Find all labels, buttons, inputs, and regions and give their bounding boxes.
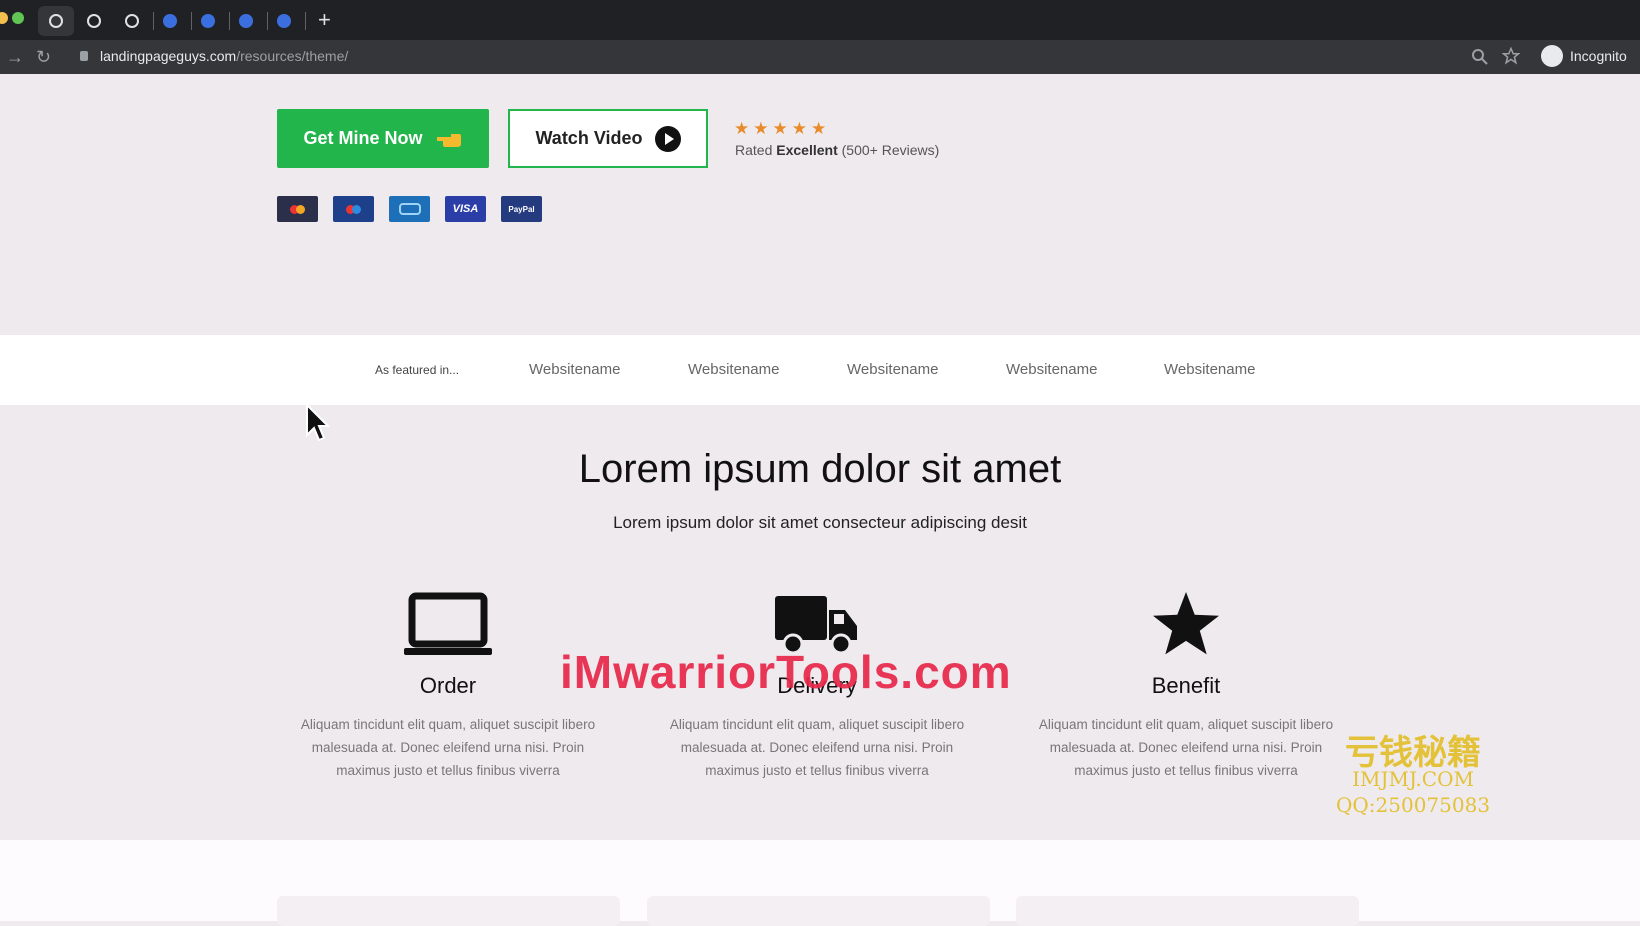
- payment-cards: VISA PayPal: [277, 196, 542, 222]
- lock-icon[interactable]: [80, 51, 88, 61]
- new-tab-icon[interactable]: +: [318, 8, 331, 32]
- forward-icon[interactable]: →: [6, 46, 24, 68]
- bookmark-star-icon[interactable]: [1502, 47, 1520, 65]
- watch-video-label: Watch Video: [535, 128, 643, 148]
- globe-icon: [125, 14, 139, 28]
- featured-bar: As featured in... Websitename Websitenam…: [0, 335, 1640, 405]
- bottom-card: [647, 896, 990, 926]
- rating-text: Rated Excellent (500+ Reviews): [735, 142, 939, 158]
- tab-2[interactable]: [76, 6, 112, 36]
- incognito-icon[interactable]: [1541, 45, 1563, 67]
- maestro-icon: [333, 196, 374, 222]
- window-zoom-dot[interactable]: [12, 12, 24, 24]
- globe-icon: [87, 14, 101, 28]
- star-icon: [1153, 592, 1219, 655]
- site-favicon-icon: [239, 14, 253, 28]
- feature-title: Benefit: [1151, 673, 1221, 698]
- url-field[interactable]: landingpageguys.com/resources/theme/: [100, 48, 348, 64]
- tab-7[interactable]: [266, 6, 302, 36]
- featured-site: Websitename: [1164, 361, 1256, 378]
- rated-prefix: Rated: [735, 142, 773, 158]
- featured-site: Websitename: [529, 361, 621, 378]
- rated-suffix: (500+ Reviews): [841, 142, 940, 158]
- get-mine-now-label: Get Mine Now: [303, 128, 423, 148]
- feature-text: Aliquam tincidunt elit quam, aliquet sus…: [300, 717, 596, 778]
- window-minimize-dot[interactable]: [0, 12, 8, 24]
- address-bar: → ↻ landingpageguys.com/resources/theme/…: [0, 40, 1640, 74]
- tab-5[interactable]: [190, 6, 226, 36]
- browser-tab-bar: +: [0, 0, 1640, 40]
- featured-site: Websitename: [688, 361, 780, 378]
- site-favicon-icon: [277, 14, 291, 28]
- get-mine-now-button[interactable]: Get Mine Now: [277, 109, 489, 168]
- featured-site: Websitename: [847, 361, 939, 378]
- mastercard-icon: [277, 196, 318, 222]
- tab-active[interactable]: [38, 6, 74, 36]
- cirrus-icon: [389, 196, 430, 222]
- pointing-hand-icon: [436, 133, 461, 147]
- feature-text: Aliquam tincidunt elit quam, aliquet sus…: [669, 717, 965, 778]
- site-favicon-icon: [163, 14, 177, 28]
- feature-benefit: Benefit Aliquam tincidunt elit quam, ali…: [1021, 585, 1351, 782]
- mouse-cursor-icon: [306, 403, 331, 442]
- visa-icon: VISA: [445, 196, 486, 222]
- featured-label: As featured in...: [375, 363, 460, 377]
- features-subheading: Lorem ipsum dolor sit amet consecteur ad…: [613, 513, 1027, 532]
- hero-section: Get Mine Now Watch Video ★★★★★ Rated Exc…: [0, 74, 1640, 335]
- tab-6[interactable]: [228, 6, 264, 36]
- incognito-label[interactable]: Incognito: [1570, 48, 1627, 64]
- rating-stars: ★★★★★: [734, 119, 831, 138]
- feature-text: Aliquam tincidunt elit quam, aliquet sus…: [1038, 717, 1334, 778]
- next-section: [0, 840, 1640, 926]
- tab-separator: [305, 12, 306, 30]
- url-path: /resources/theme/: [236, 48, 349, 64]
- features-heading: Lorem ipsum dolor sit amet: [578, 447, 1062, 491]
- rated-word: Excellent: [776, 142, 838, 158]
- watermark-cn-qq: QQ:250075083: [1336, 793, 1491, 817]
- laptop-icon: [404, 592, 492, 655]
- zoom-icon[interactable]: [1471, 48, 1489, 66]
- bottom-card: [277, 896, 620, 926]
- reload-icon[interactable]: ↻: [36, 46, 51, 68]
- watch-video-button[interactable]: Watch Video: [508, 109, 708, 168]
- watermark-imwarriortools: iMwarriorTools.com: [560, 646, 1012, 698]
- watermark-imjmj: 亏钱秘籍 IMJMJ.COM QQ:250075083: [1336, 733, 1491, 818]
- watermark-cn-title: 亏钱秘籍: [1345, 733, 1482, 773]
- tab-4[interactable]: [152, 6, 188, 36]
- play-icon: [654, 125, 681, 152]
- featured-site: Websitename: [1006, 361, 1098, 378]
- site-favicon-icon: [201, 14, 215, 28]
- watermark-cn-site: IMJMJ.COM: [1352, 767, 1474, 791]
- paypal-icon: PayPal: [501, 196, 542, 222]
- bottom-card: [1016, 896, 1359, 926]
- url-domain: landingpageguys.com: [100, 48, 237, 64]
- tab-3[interactable]: [114, 6, 150, 36]
- globe-icon: [49, 14, 63, 28]
